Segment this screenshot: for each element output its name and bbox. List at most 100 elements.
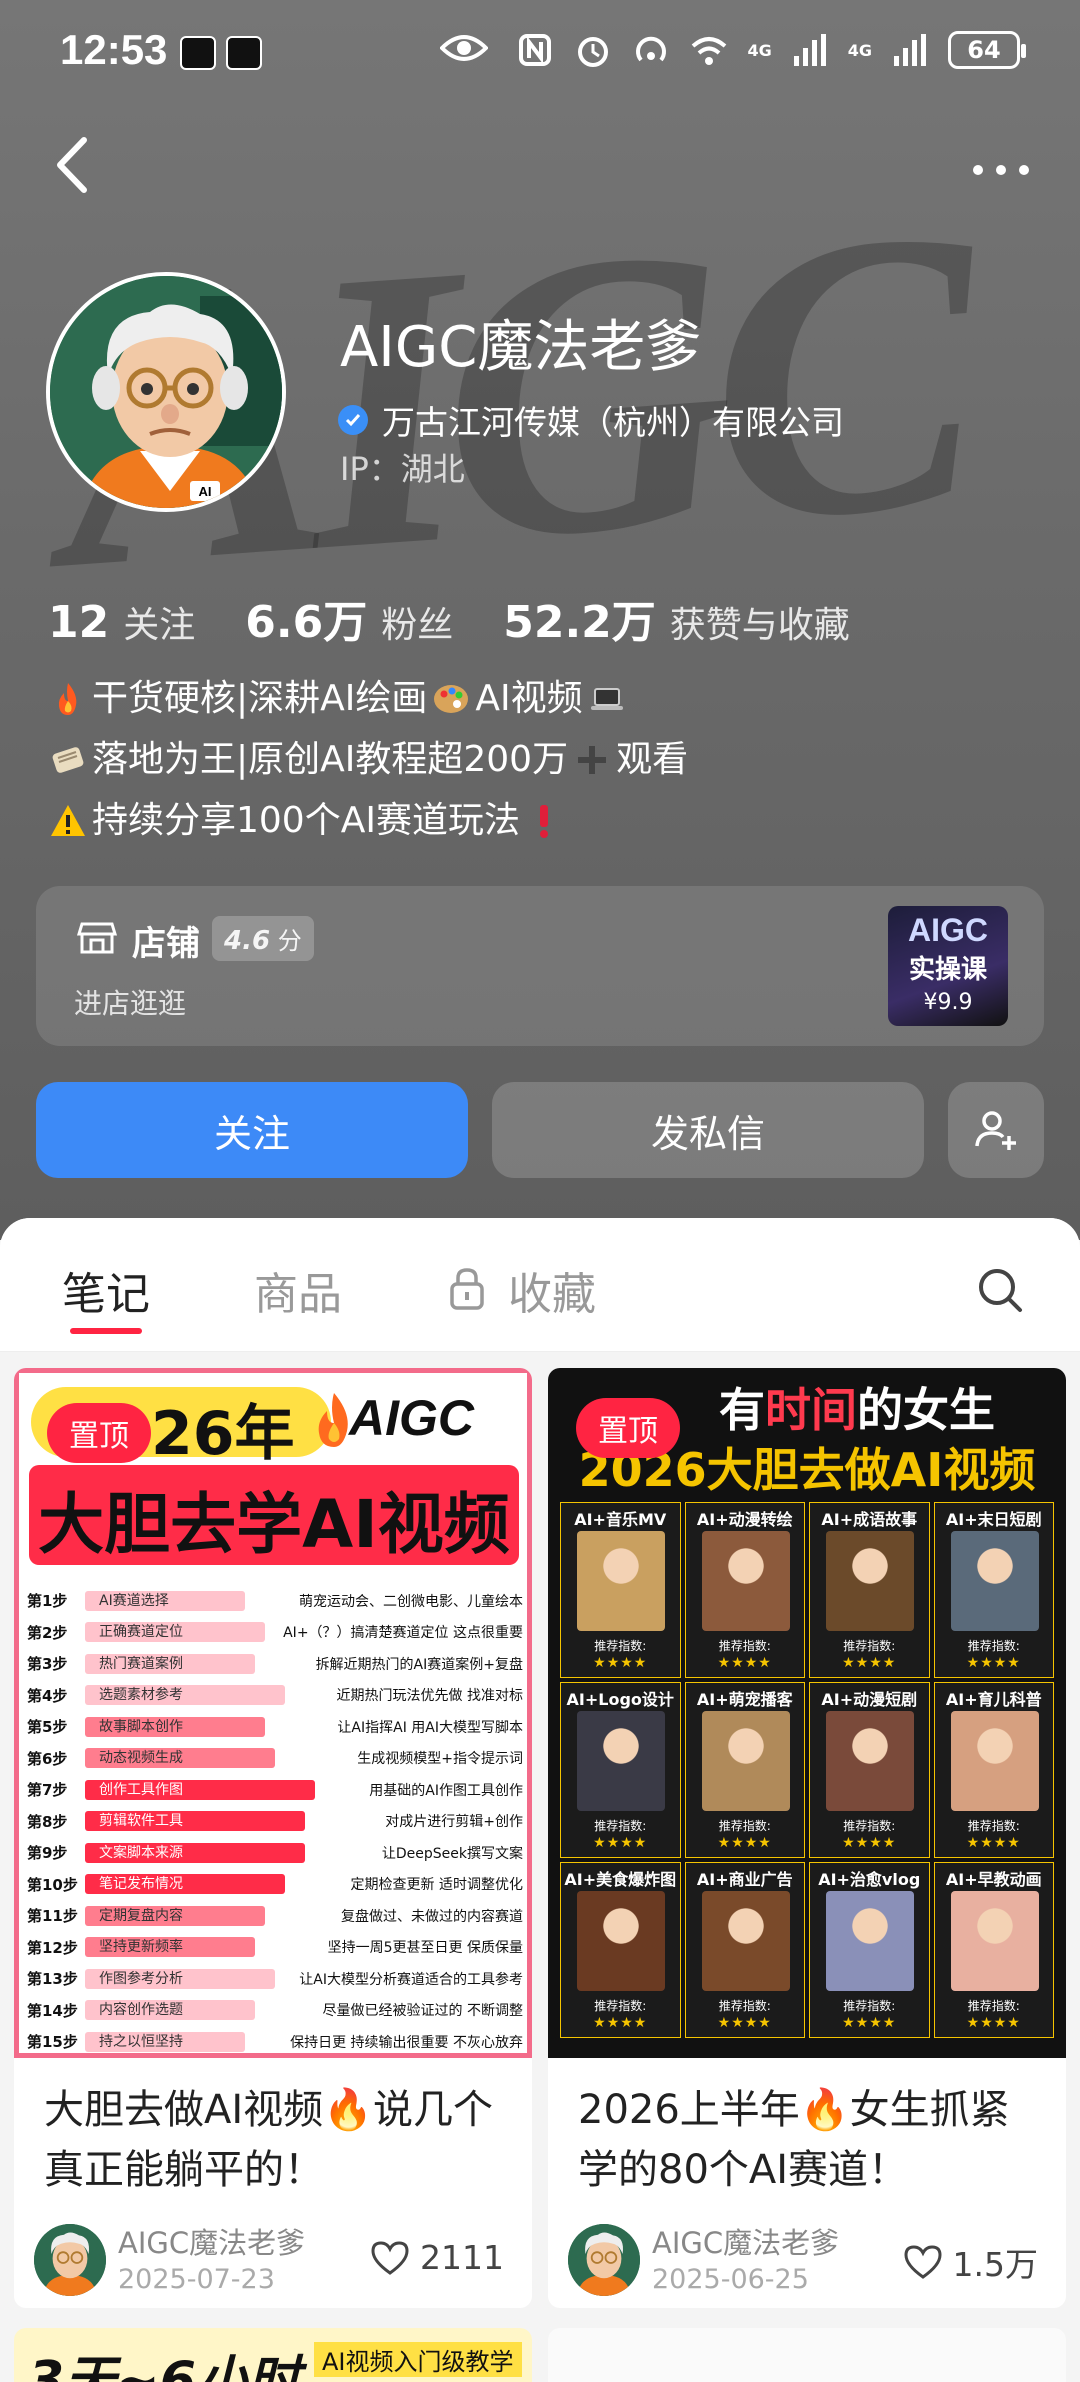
bio-text: AI视频 — [475, 678, 583, 719]
follow-button[interactable]: 关注 — [36, 1082, 468, 1178]
step-item: 动态视频生成 — [85, 1748, 275, 1769]
cover-year: 26年 — [151, 1399, 295, 1469]
cover-category-cell: AI+治愈vlog 推荐指数: ★★★★ — [809, 1862, 930, 2038]
step-item: 创作工具作图 — [85, 1779, 315, 1800]
step-number: 第2步 — [27, 1623, 68, 1642]
recommend-label: 推荐指数: — [594, 1999, 647, 2013]
step-item: 作图参考分析 — [85, 1968, 275, 1989]
cover-step-row: 第4步 选题素材参考 近期热门玩法优先做 找准对标 — [27, 1680, 523, 1712]
category-thumbnail — [577, 1891, 665, 1991]
recommend-label: 推荐指数: — [843, 1639, 896, 1653]
likes-collects-label[interactable]: 获赞与收藏 — [670, 596, 850, 648]
cover-headline-bar: 大胆去学AI视频 — [29, 1465, 519, 1565]
step-item: 持之以恒坚持 — [85, 2031, 245, 2052]
category-thumbnail — [701, 1891, 790, 1991]
author-name[interactable]: AIGC魔法老爹 — [118, 2220, 305, 2262]
following-label[interactable]: 关注 — [123, 596, 195, 648]
step-description: 萌宠运动会、二创微电影、儿童绘本 — [299, 1593, 523, 1610]
step-description: 近期热门玩法优先做 找准对标 — [336, 1688, 523, 1705]
likes-collects-count[interactable]: 52.2万 — [503, 586, 656, 650]
shop-card[interactable]: 店铺 4.6 分 进店逛逛 AIGC 实操课 ¥9.9 — [36, 886, 1044, 1046]
category-thumbnail — [950, 1531, 1039, 1631]
like-count: 1.5万 — [952, 2245, 1038, 2284]
plus-emoji-icon — [578, 745, 607, 774]
laptop-emoji-icon — [590, 687, 623, 710]
profile-avatar[interactable]: AI — [46, 272, 286, 512]
signal-icon — [793, 34, 826, 66]
rating-stars: ★★★★ — [717, 1655, 772, 1671]
note-cover-image[interactable]: 置顶 有时间的女生 2026大胆去做AI视频 AI+音乐MV 推荐指数: ★★★★ A… — [548, 1368, 1066, 2058]
search-icon[interactable] — [976, 1266, 1024, 1314]
bio-text: 观看 — [616, 739, 689, 780]
like-button[interactable]: 2111 — [370, 2238, 504, 2277]
step-item: 故事脚本创作 — [85, 1716, 265, 1737]
shop-product-thumbnail[interactable]: AIGC 实操课 ¥9.9 — [888, 906, 1008, 1026]
step-number: 第10步 — [27, 1875, 78, 1894]
tab-notes[interactable]: 笔记 — [62, 1258, 150, 1322]
avatar-illustration — [568, 2224, 640, 2296]
category-thumbnail — [577, 1531, 665, 1631]
profile-stats: 12 关注 6.6万 粉丝 52.2万 获赞与收藏 — [48, 586, 900, 650]
avatar-illustration: AI — [50, 276, 282, 508]
status-time: 12:53 — [60, 26, 168, 73]
cover-category-cell: AI+早教动画 推荐指数: ★★★★ — [933, 1862, 1054, 2038]
bio-line: 落地为王|原创AI教程超200万 观看 — [48, 729, 688, 790]
category-thumbnail — [701, 1711, 790, 1811]
step-item: 选题素材参考 — [85, 1685, 285, 1706]
add-friend-button[interactable] — [948, 1082, 1044, 1178]
note-card-partial[interactable]: 3天~6小时 AI视频入门级教学 — [14, 2328, 532, 2382]
note-date: 2025-06-25 — [652, 2264, 809, 2295]
back-icon[interactable] — [46, 130, 106, 200]
cover-step-row: 第13步 作图参考分析 让AI大模型分析赛道适合的工具参考 — [27, 1963, 523, 1995]
author-avatar[interactable] — [34, 2224, 106, 2296]
followers-count[interactable]: 6.6万 — [245, 586, 367, 650]
note-card[interactable]: 置顶 有时间的女生 2026大胆去做AI视频 AI+音乐MV 推荐指数: ★★★★ A… — [548, 1368, 1066, 2308]
like-button[interactable]: 1.5万 — [903, 2238, 1038, 2286]
followers-label[interactable]: 粉丝 — [381, 596, 453, 648]
cover-text: 有 — [719, 1383, 765, 1437]
step-description: 用基础的AI作图工具创作 — [369, 1782, 523, 1799]
author-avatar[interactable] — [568, 2224, 640, 2296]
step-description: 复盘做过、未做过的内容赛道 — [341, 1908, 523, 1925]
rating-stars: ★★★★ — [842, 1655, 897, 1671]
note-title[interactable]: 大胆去做AI视频🔥说几个真正能躺平的！ — [14, 2058, 532, 2208]
category-label: AI+萌宠播客 — [696, 1690, 793, 1709]
note-card-partial[interactable] — [548, 2328, 1066, 2382]
step-item: 热门赛道案例 — [85, 1653, 255, 1674]
heart-icon — [904, 2245, 942, 2279]
rating-stars: ★★★★ — [717, 2015, 772, 2031]
note-card[interactable]: 置顶 26年 AIGC 大胆去学AI视频 第1步 AI赛道选择 萌宠运动会、二创微电… — [14, 1368, 532, 2308]
tab-favorites[interactable]: 收藏 — [508, 1258, 596, 1322]
verified-org-name: 万古江河传媒（杭州）有限公司 — [382, 403, 844, 442]
send-message-button[interactable]: 发私信 — [492, 1082, 924, 1178]
step-description: 定期检查更新 适时调整优化 — [350, 1877, 523, 1894]
app-notification-icon — [226, 36, 262, 70]
step-item: 定期复盘内容 — [85, 1905, 265, 1926]
cover-category-cell: AI+动漫转绘 推荐指数: ★★★★ — [684, 1502, 805, 1678]
tab-products[interactable]: 商品 — [254, 1258, 342, 1322]
step-number: 第11步 — [27, 1907, 78, 1926]
rating-stars: ★★★★ — [842, 2015, 897, 2031]
author-name[interactable]: AIGC魔法老爹 — [652, 2220, 839, 2262]
step-description: 让AI大模型分析赛道适合的工具参考 — [299, 1971, 523, 1988]
cover-step-list: 第1步 AI赛道选择 萌宠运动会、二创微电影、儿童绘本 第2步 正确赛道定位 AI+（？）… — [27, 1585, 523, 2053]
category-thumbnail — [950, 1891, 1039, 1991]
palette-emoji-icon — [434, 684, 469, 713]
profile-bio: 干货硬核|深耕AI绘画 AI视频 落地为王|原创AI教程超200万 观看 持续分… — [48, 668, 688, 851]
cover-step-row: 第6步 动态视频生成 生成视频模型+指令提示词 — [27, 1743, 523, 1775]
svg-text:AI: AI — [199, 484, 212, 499]
note-cover-image[interactable]: 置顶 26年 AIGC 大胆去学AI视频 第1步 AI赛道选择 萌宠运动会、二创微电… — [14, 1368, 532, 2058]
network-type: 4G — [847, 40, 872, 60]
verified-badge-icon — [338, 405, 368, 435]
rating-stars: ★★★★ — [717, 1835, 772, 1851]
rating-stars: ★★★★ — [593, 1655, 648, 1671]
note-meta: AIGC魔法老爹 2025-07-23 2111 — [14, 2208, 532, 2308]
cover-category-cell: AI+动漫短剧 推荐指数: ★★★★ — [809, 1682, 930, 1858]
following-count[interactable]: 12 — [48, 597, 109, 648]
note-title[interactable]: 2026上半年🔥女生抓紧学的80个AI赛道！ — [548, 2058, 1066, 2208]
shop-score-unit: 分 — [277, 927, 302, 955]
category-thumbnail — [826, 1531, 914, 1631]
more-options-icon[interactable] — [966, 150, 1036, 190]
step-item: 文案脚本来源 — [85, 1842, 305, 1863]
recommend-label: 推荐指数: — [843, 1819, 896, 1833]
